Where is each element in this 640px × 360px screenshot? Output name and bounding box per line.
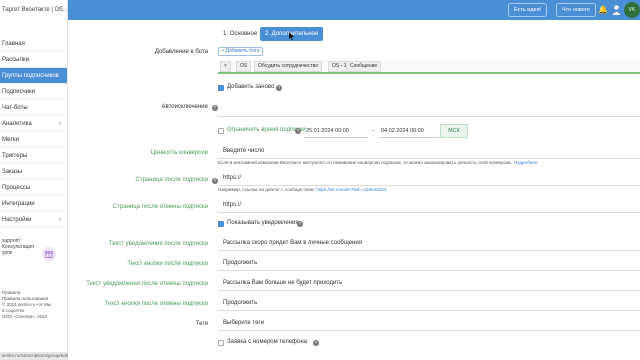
- add-again-label: Добавить заново: [227, 84, 275, 90]
- user-icon[interactable]: [612, 4, 621, 16]
- show-notifications-label: Показывать уведомления: [227, 220, 299, 226]
- notif-after-unsub-label: Текст уведомления после отмены подписки: [86, 281, 208, 287]
- sidebar-item-label: Триггеры: [2, 153, 28, 159]
- idea-button[interactable]: Есть идея!: [508, 3, 548, 17]
- help-icon[interactable]: ?: [297, 221, 303, 227]
- add-to-bot-label: Добавление в бота: [154, 49, 208, 55]
- conversion-input[interactable]: Введите число: [218, 144, 640, 159]
- bot-chip-os: OS: [236, 61, 252, 72]
- help-icon[interactable]: ?: [276, 85, 282, 91]
- conversion-hint-text: Если в рекламной кампании Вконтакте наст…: [218, 160, 513, 165]
- conversion-hint: Если в рекламной кампании Вконтакте наст…: [218, 160, 537, 165]
- sidebar-item-label: Заказы: [2, 169, 23, 175]
- chevron-right-icon: ›: [59, 217, 61, 223]
- page-after-sub-hint-link[interactable]: https://vk.com/im?sel=-216043224: [316, 187, 386, 192]
- cursor-icon: [289, 32, 294, 40]
- sidebar-item-label: Группы подписчиков: [2, 73, 59, 79]
- page-after-sub-hint-text: Например, ссылка на диалог с сообществом…: [218, 187, 315, 192]
- tags-select[interactable]: Выберите теги: [218, 316, 640, 331]
- sidebar-item-home[interactable]: Главная: [0, 36, 67, 52]
- date-to-input[interactable]: 04.02.2024 00:00: [379, 124, 439, 138]
- help-icon[interactable]: ?: [295, 128, 301, 134]
- page-after-sub-input[interactable]: https://: [218, 171, 640, 186]
- sidebar-item-subscribers[interactable]: Подписчики: [0, 84, 67, 100]
- add-again-checkbox[interactable]: [218, 85, 224, 91]
- conversion-label: Ценность конверсии: [150, 150, 208, 156]
- button-after-unsub-input[interactable]: Продолжить: [218, 296, 640, 311]
- sidebar-item-triggers[interactable]: Триггеры: [0, 148, 67, 164]
- date-from-input[interactable]: 25.01.2024 00:00: [304, 124, 368, 138]
- project-title[interactable]: Таргет Вконтакте | Об...: [0, 0, 68, 20]
- sidebar-item-label: Рассылки: [2, 57, 29, 63]
- date-range-dash: -: [372, 128, 374, 134]
- chevron-right-icon: ›: [59, 121, 61, 127]
- sidebar-item-label: Интеграции: [2, 201, 35, 207]
- show-notifications-checkbox[interactable]: [218, 221, 224, 227]
- page-after-sub-label: Страница после подписки: [135, 177, 208, 183]
- sidebar-item-mailings[interactable]: Рассылки: [0, 52, 67, 68]
- phone-request-checkbox[interactable]: [218, 340, 224, 346]
- avatar[interactable]: VK: [624, 2, 640, 18]
- page-after-unsub-label: Страница после отмены подписки: [112, 204, 208, 210]
- sidebar-item-tags[interactable]: Метки: [0, 132, 67, 148]
- button-after-sub-label: Текст кнопки после подписки: [127, 261, 208, 267]
- phone-request-label: Заявка с номером телефона: [227, 339, 307, 345]
- page-after-unsub-input[interactable]: https://: [218, 198, 640, 213]
- time-limit-label: Ограничить время подписки: [227, 127, 306, 133]
- notif-after-sub-input[interactable]: Рассылка скоро придет Вам в личные сообщ…: [218, 236, 640, 251]
- sidebar-item-orders[interactable]: Заказы: [0, 164, 67, 180]
- sidebar: Главная Рассылки Группы подписчиков Подп…: [0, 20, 68, 360]
- sidebar-item-settings[interactable]: Настройки ›: [0, 212, 67, 228]
- timezone-badge[interactable]: МСК: [440, 124, 468, 138]
- notif-after-unsub-input[interactable]: Рассылка Вам больше не будет приходить: [218, 276, 640, 291]
- sidebar-item-processes[interactable]: Процессы: [0, 180, 67, 196]
- promo-block[interactable]: support! Консультация урок: [0, 238, 67, 283]
- sidebar-item-integrations[interactable]: Интеграции: [0, 196, 67, 212]
- sidebar-item-label: Процессы: [2, 185, 31, 191]
- page-after-sub-hint: Например, ссылка на диалог с сообществом…: [218, 187, 386, 192]
- button-after-unsub-label: Текст кнопки после отмены подписки: [104, 301, 208, 307]
- sidebar-item-label: Настройки: [2, 217, 32, 223]
- add-bot-button[interactable]: + Добавить бота: [218, 47, 263, 56]
- auto-exclusion-field[interactable]: [218, 102, 640, 117]
- sidebar-item-subscriber-groups[interactable]: Группы подписчиков: [0, 68, 67, 84]
- time-limit-checkbox[interactable]: [218, 128, 224, 134]
- button-after-sub-input[interactable]: Продолжить: [218, 256, 640, 271]
- sidebar-item-label: Чат-боты: [2, 105, 28, 111]
- top-bar: Есть идея! Что нового 🔔 VK: [0, 0, 640, 20]
- tab-main[interactable]: 1. Основное: [218, 27, 262, 41]
- promo-line: урок: [2, 250, 13, 256]
- auto-exclusion-label: Автоисключение: [161, 104, 208, 110]
- bell-icon[interactable]: 🔔: [598, 4, 608, 16]
- bot-chip-message[interactable]: Сообщение: [346, 61, 382, 72]
- sidebar-item-label: Метки: [2, 137, 19, 143]
- footer-line: ООО «Сенлер», 2022: [2, 314, 48, 319]
- main-content: 1. Основное 2. Дополнительное Добавление…: [68, 20, 640, 360]
- sidebar-item-label: Главная: [2, 41, 25, 47]
- sidebar-item-analytics[interactable]: Аналитика ›: [0, 116, 67, 132]
- conversion-hint-link[interactable]: Подробнее: [514, 160, 538, 165]
- sidebar-item-label: Аналитика: [2, 121, 32, 127]
- whats-new-button[interactable]: Что нового: [556, 3, 596, 17]
- sidebar-item-chatbots[interactable]: Чат-боты: [0, 100, 67, 116]
- bot-chip-name[interactable]: Обсудить сотрудничество: [254, 61, 323, 72]
- help-icon[interactable]: ?: [313, 340, 319, 346]
- bot-chip-remove-button[interactable]: ×: [220, 61, 231, 72]
- sidebar-item-label: Подписчики: [2, 89, 36, 95]
- bot-selector[interactable]: × OS Обсудить сотрудничество OS - 1 Сооб…: [218, 60, 640, 74]
- tags-label: Теги: [195, 321, 208, 327]
- sidebar-footer: Правила Правила пользования © 2014 senle…: [0, 290, 67, 320]
- gift-icon: [42, 247, 56, 261]
- notif-after-sub-label: Текст уведомления после подписки: [108, 241, 208, 247]
